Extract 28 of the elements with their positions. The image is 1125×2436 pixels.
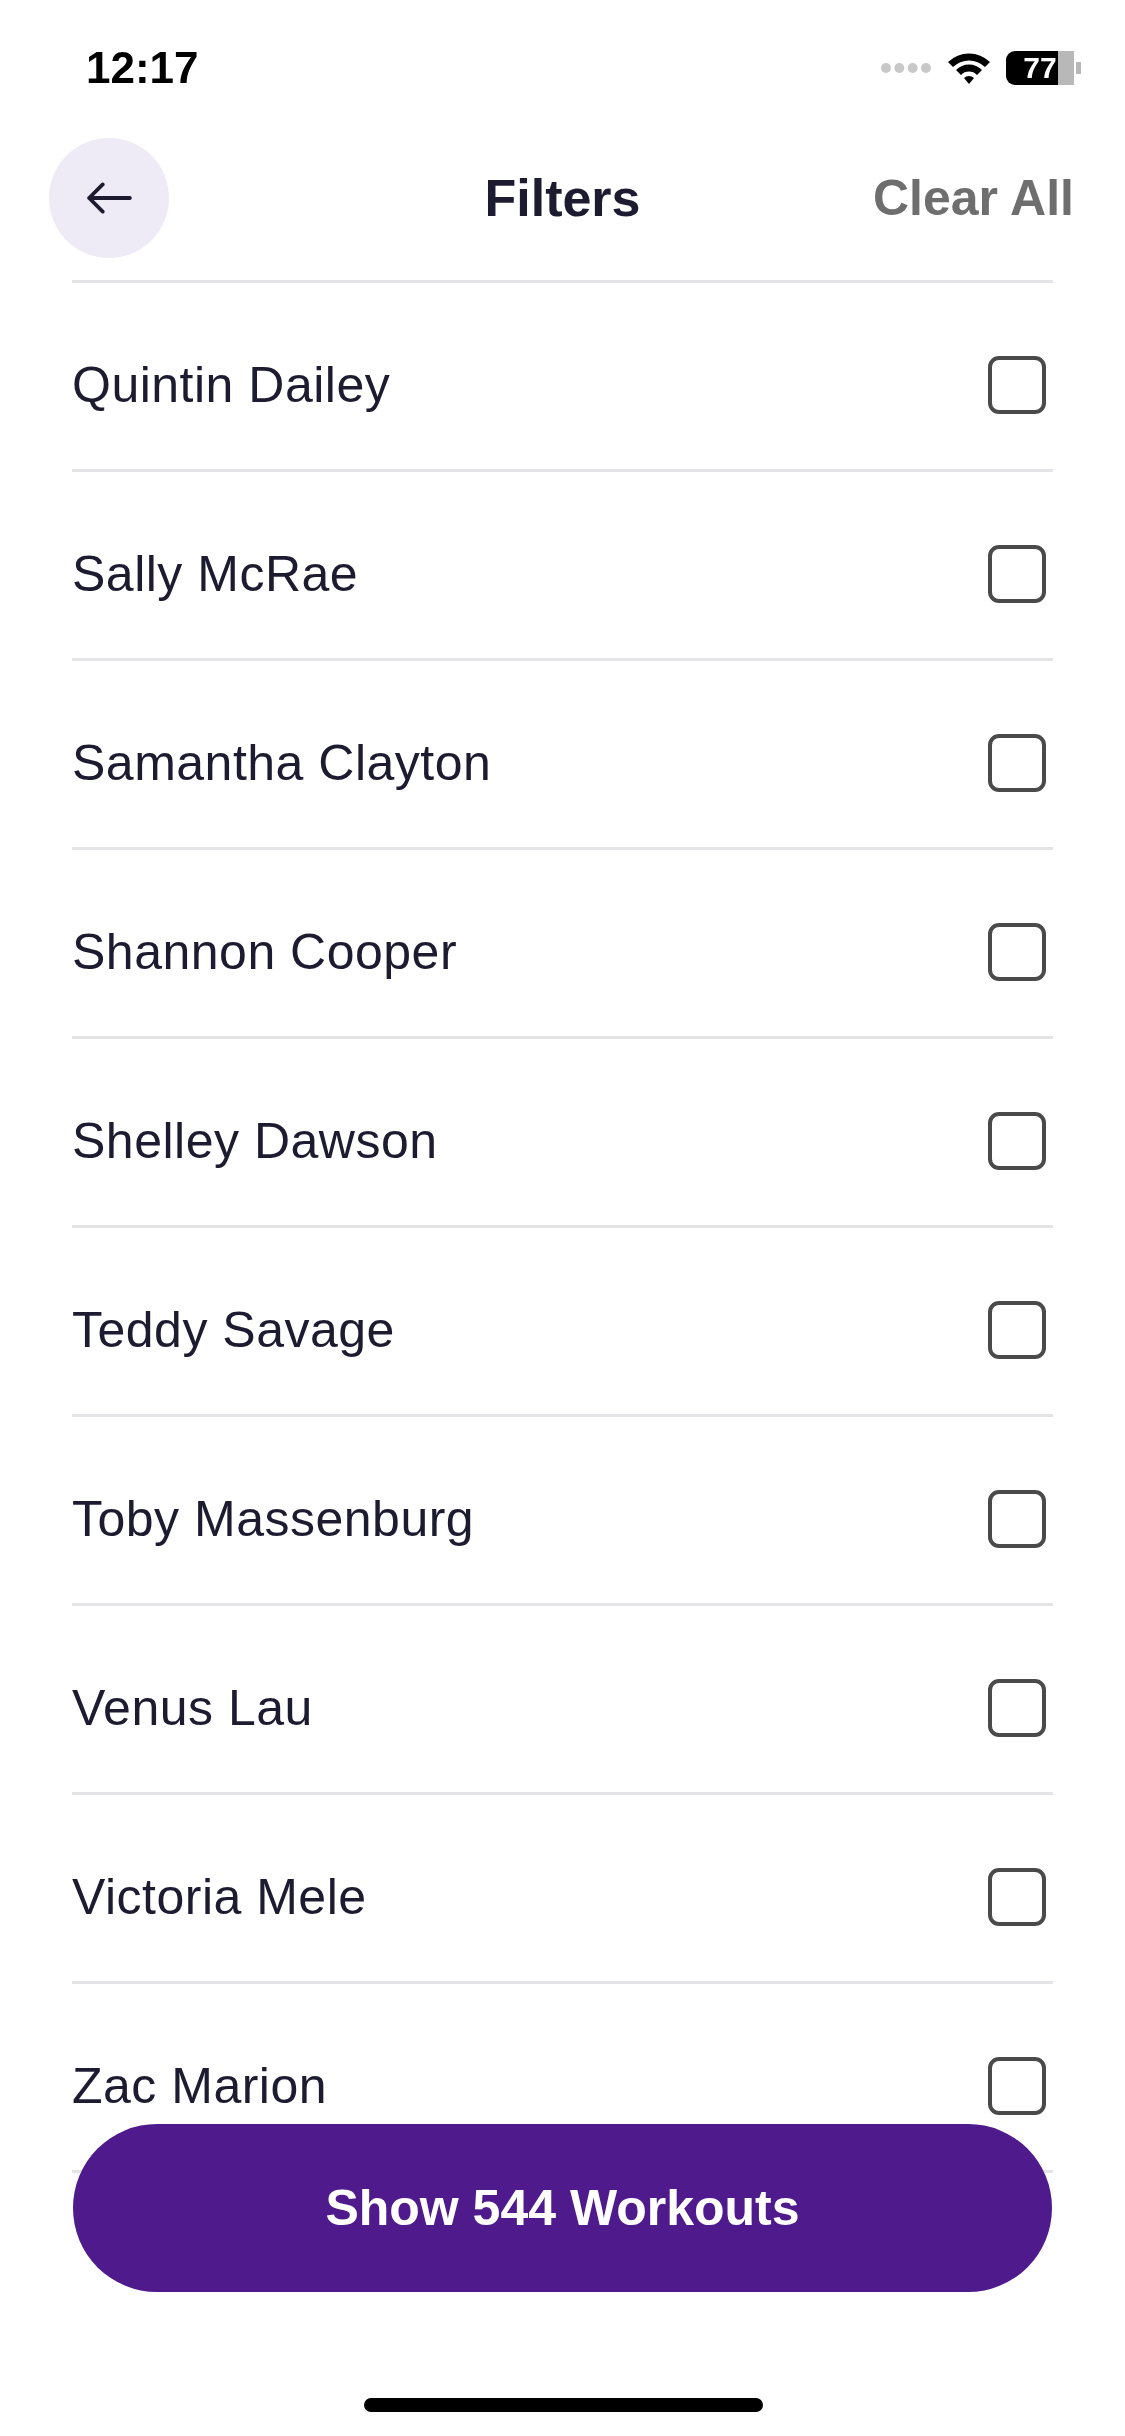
- checkbox[interactable]: [988, 1868, 1046, 1926]
- checkbox[interactable]: [988, 1301, 1046, 1359]
- signal-icon: [880, 62, 932, 74]
- instructor-name: Sally McRae: [72, 545, 359, 603]
- instructor-name: Toby Massenburg: [72, 1490, 475, 1548]
- instructor-name: Venus Lau: [72, 1679, 313, 1737]
- checkbox[interactable]: [988, 1679, 1046, 1737]
- checkbox[interactable]: [988, 923, 1046, 981]
- instructor-name: Victoria Mele: [72, 1868, 367, 1926]
- checkbox[interactable]: [988, 734, 1046, 792]
- checkbox[interactable]: [988, 1490, 1046, 1548]
- show-workouts-button[interactable]: Show 544 Workouts: [73, 2124, 1052, 2292]
- checkbox[interactable]: [988, 1112, 1046, 1170]
- wifi-icon: [946, 51, 992, 85]
- checkbox[interactable]: [988, 2057, 1046, 2115]
- instructor-name: Quintin Dailey: [72, 356, 391, 414]
- back-arrow-icon: [86, 182, 132, 214]
- checkbox[interactable]: [988, 356, 1046, 414]
- instructor-name: Zac Marion: [72, 2057, 328, 2115]
- screen-title: Filters: [484, 168, 641, 228]
- instructor-name: Samantha Clayton: [72, 734, 492, 792]
- checkbox[interactable]: [988, 545, 1046, 603]
- instructor-name: Shannon Cooper: [72, 923, 458, 981]
- battery-level: 77: [1006, 51, 1081, 85]
- status-time: 12:17: [86, 43, 199, 93]
- instructor-name: Teddy Savage: [72, 1301, 395, 1359]
- instructor-name: Shelley Dawson: [72, 1112, 438, 1170]
- clear-all-button[interactable]: Clear All: [873, 169, 1074, 227]
